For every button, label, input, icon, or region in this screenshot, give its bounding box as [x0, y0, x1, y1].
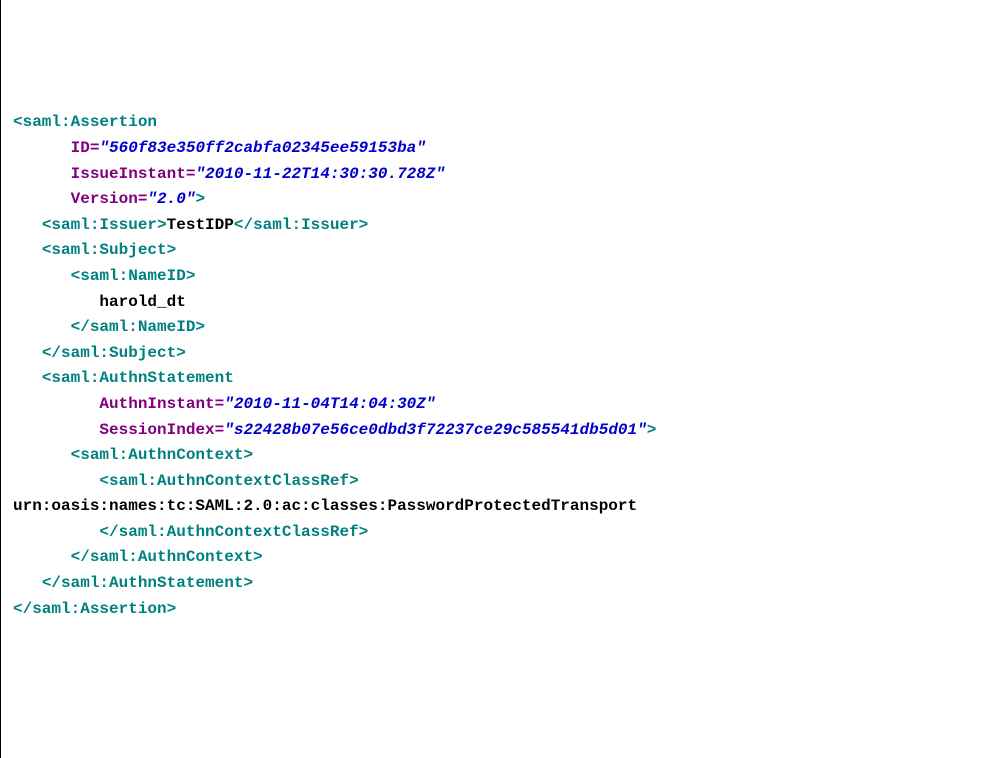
xml-code-block: <saml:Assertion ID="560f83e350ff2cabfa02… — [13, 110, 979, 622]
token-tag: </saml:Issuer> — [234, 216, 368, 234]
token-tag: </saml:AuthnStatement> — [42, 574, 253, 592]
token-tag: </saml:NameID> — [71, 318, 205, 336]
token-val: "2010-11-04T14:04:30Z" — [224, 395, 435, 413]
token-val: "2.0" — [147, 190, 195, 208]
token-tag: <saml:AuthnContextClassRef> — [99, 472, 358, 490]
token-val: "2010-11-22T14:30:30.728Z" — [195, 165, 445, 183]
token-tag: > — [195, 190, 205, 208]
token-tag: <saml:Issuer> — [42, 216, 167, 234]
token-text: TestIDP — [167, 216, 234, 234]
token-attr: Version= — [71, 190, 148, 208]
token-tag: > — [647, 421, 657, 439]
token-tag: <saml:AuthnStatement — [42, 369, 234, 387]
token-tag: </saml:Subject> — [42, 344, 186, 362]
token-attr: SessionIndex= — [99, 421, 224, 439]
token-tag: <saml:AuthnContext> — [71, 446, 253, 464]
token-tag: </saml:Assertion> — [13, 600, 176, 618]
token-tag: <saml:Subject> — [42, 241, 176, 259]
token-text: harold_dt — [99, 293, 185, 311]
token-attr: IssueInstant= — [71, 165, 196, 183]
token-val: "s22428b07e56ce0dbd3f72237ce29c585541db5… — [224, 421, 646, 439]
token-tag: </saml:AuthnContextClassRef> — [99, 523, 368, 541]
token-attr: ID= — [71, 139, 100, 157]
token-tag: <saml:NameID> — [71, 267, 196, 285]
token-text: urn:oasis:names:tc:SAML:2.0:ac:classes:P… — [13, 497, 637, 515]
token-val: "560f83e350ff2cabfa02345ee59153ba" — [99, 139, 425, 157]
token-attr: AuthnInstant= — [99, 395, 224, 413]
token-tag: <saml:Assertion — [13, 113, 157, 131]
